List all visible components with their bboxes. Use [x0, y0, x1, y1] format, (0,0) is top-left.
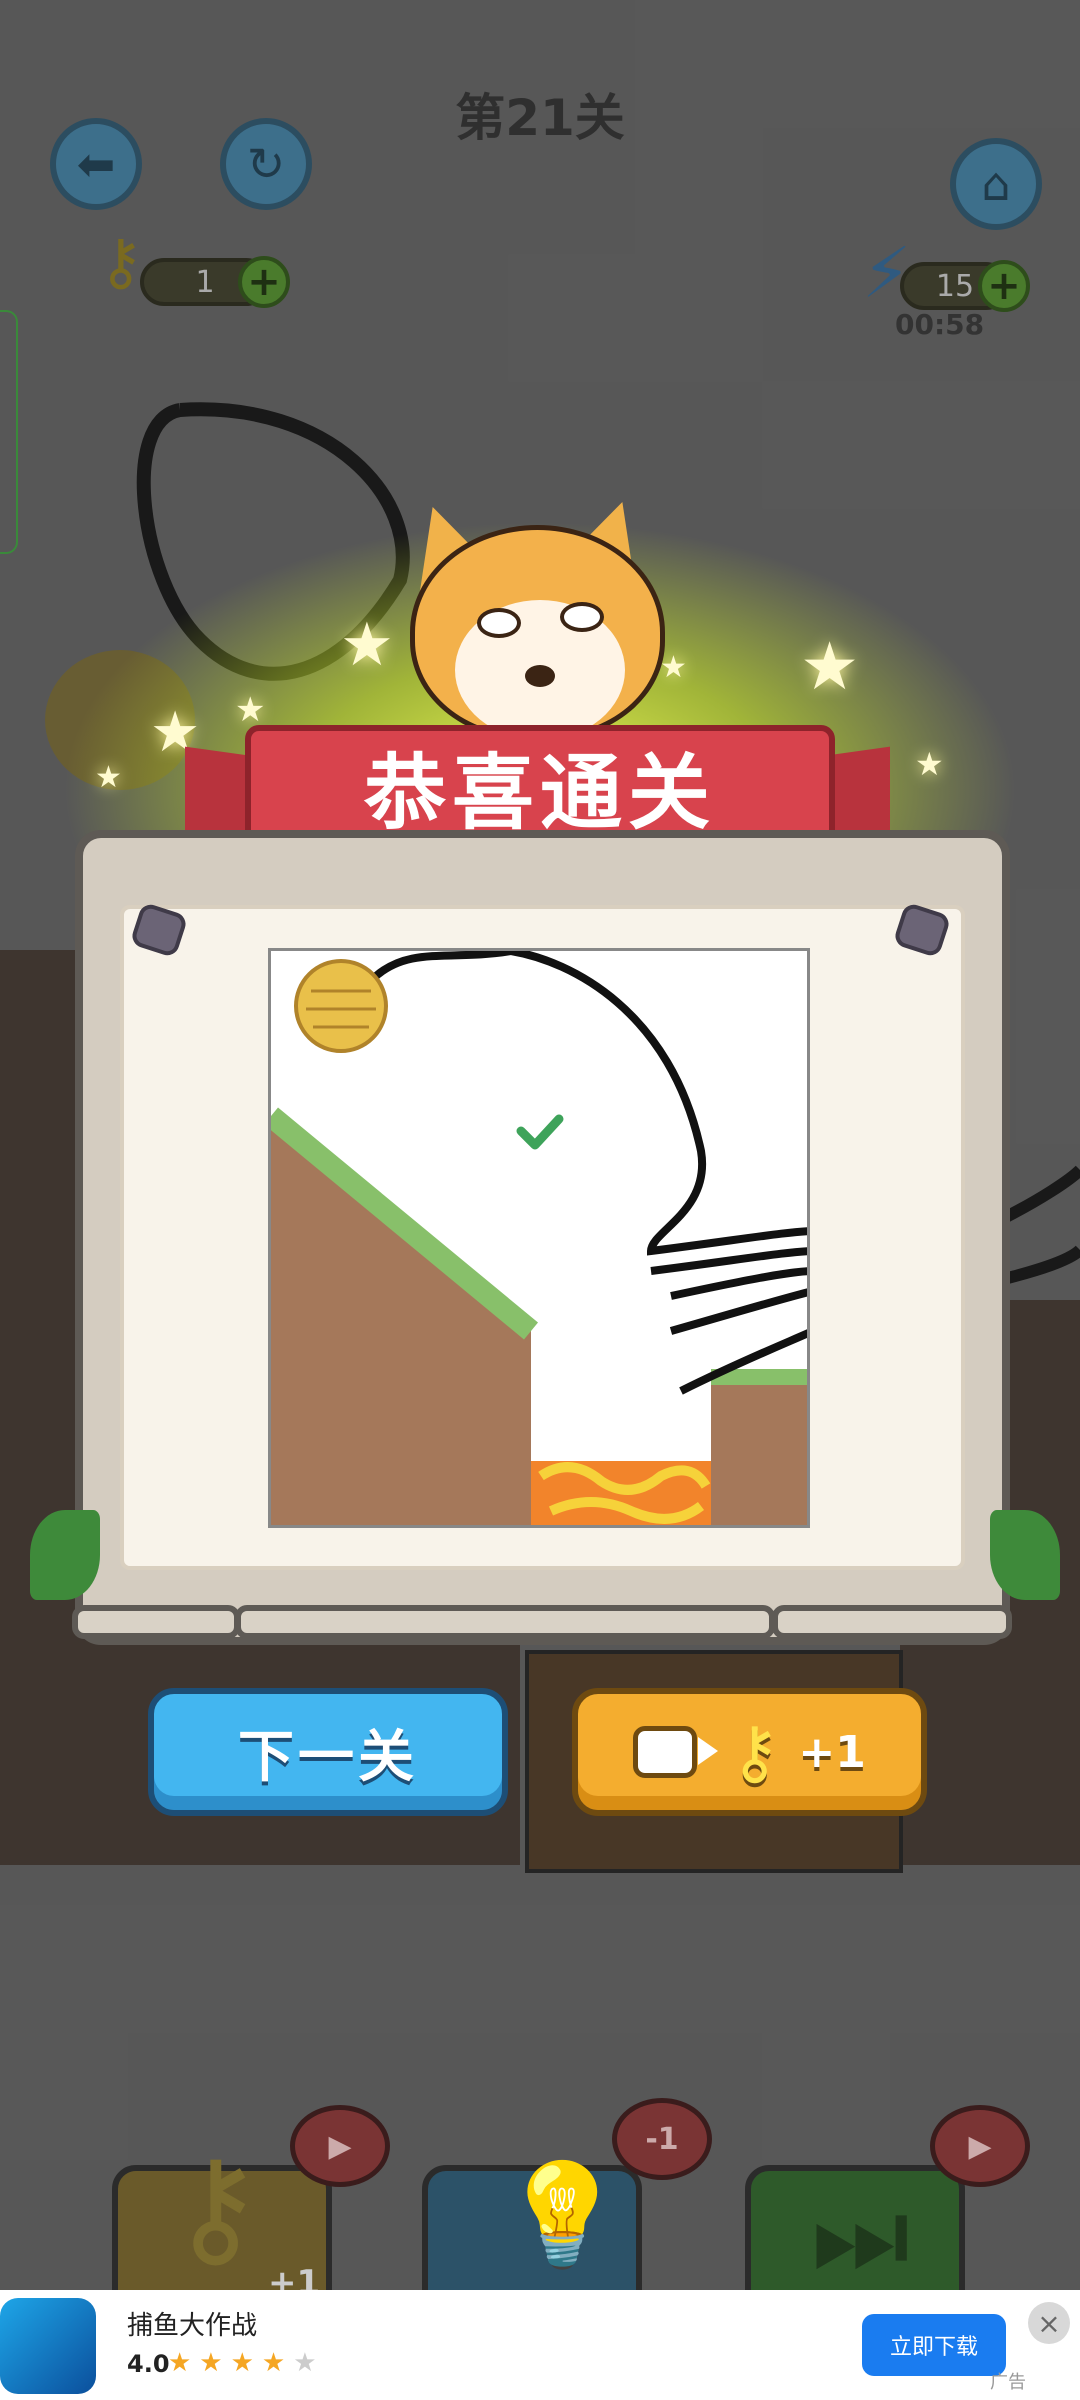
key-icon: ⚷: [98, 225, 144, 298]
panel-base-plate: [235, 1605, 775, 1639]
energy-timer: 00:58: [895, 308, 985, 341]
star-icon: ★: [340, 610, 394, 680]
video-camera-icon: [633, 1726, 719, 1778]
home-button[interactable]: ⌂: [950, 138, 1042, 230]
panel-base-plate: [772, 1605, 1012, 1639]
ad-rating: 4.0: [127, 2350, 170, 2378]
ad-app-name: 捕鱼大作战: [127, 2311, 258, 2341]
add-energy-button[interactable]: +: [978, 260, 1030, 312]
skip-icon: ⏭: [811, 2171, 910, 2299]
close-icon: ×: [1037, 2306, 1061, 2340]
app-icon[interactable]: [0, 2298, 96, 2394]
plus-icon: +: [247, 259, 281, 305]
add-key-button[interactable]: +: [238, 256, 290, 308]
dog-eye-right: [560, 602, 604, 632]
video-bubble-icon: ▶: [290, 2105, 390, 2187]
key-cost-bubble: -1: [612, 2098, 712, 2180]
ad-star-rating: ★★★★★: [168, 2348, 325, 2378]
solution-drawing: [271, 951, 807, 1525]
download-button[interactable]: 立即下载: [862, 2314, 1006, 2376]
hint-cost-label: -1: [645, 2121, 679, 2157]
restart-button[interactable]: ↻: [220, 118, 312, 210]
star-icon: ★: [915, 745, 944, 783]
level-complete-banner: 恭喜通关: [245, 725, 835, 845]
video-bubble-icon: ▶: [930, 2105, 1030, 2187]
plus-icon: +: [987, 263, 1021, 309]
key-icon: ⚷: [168, 2131, 264, 2283]
watch-video-key-button[interactable]: ⚷ +1: [572, 1688, 927, 1816]
leaf-decoration-right: [990, 1510, 1060, 1600]
restart-icon: ↻: [246, 137, 286, 191]
panel-base-plate: [72, 1605, 240, 1639]
dog-nose: [525, 665, 555, 687]
solution-preview: [268, 948, 810, 1528]
close-ad-button[interactable]: ×: [1028, 2302, 1070, 2344]
key-icon: ⚷: [729, 1711, 781, 1793]
arrow-left-icon: ⬅: [76, 137, 116, 191]
lightbulb-icon: 💡: [500, 2156, 625, 2273]
home-icon: ⌂: [981, 157, 1011, 211]
side-tab[interactable]: [0, 310, 18, 554]
key-bonus-label: +1: [798, 1726, 866, 1778]
star-icon: ★: [800, 628, 860, 705]
star-icon: ★: [235, 690, 266, 730]
leaf-decoration-left: [30, 1510, 100, 1600]
ad-tag: 广告: [990, 2372, 1026, 2393]
back-button[interactable]: ⬅: [50, 118, 142, 210]
next-level-button[interactable]: 下一关: [148, 1688, 508, 1816]
star-icon: ★: [660, 650, 687, 685]
dog-eye-left: [477, 608, 521, 638]
star-icon: ★: [95, 760, 122, 795]
dog-mascot: [410, 525, 665, 740]
level-title: 第21关: [455, 89, 625, 147]
